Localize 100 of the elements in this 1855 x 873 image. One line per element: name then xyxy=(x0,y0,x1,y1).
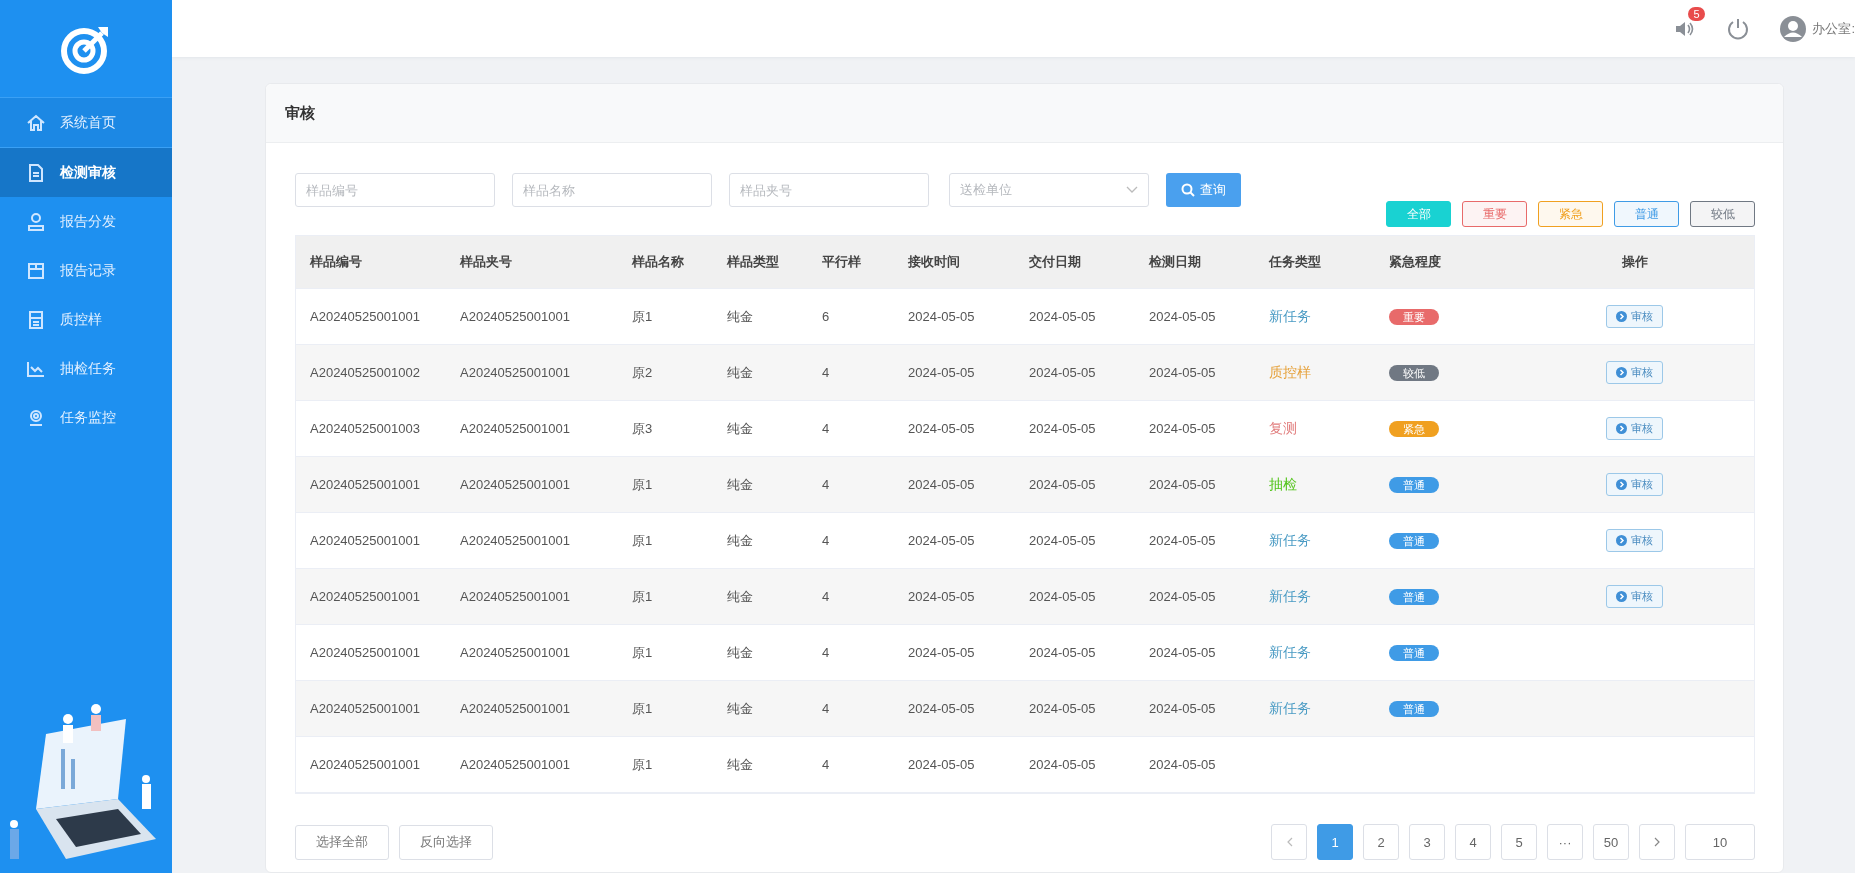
table-cell-text: 2024-05-05 xyxy=(907,589,976,604)
selection-button[interactable]: 反向选择 xyxy=(399,824,493,860)
column-header: 任务类型 xyxy=(1267,253,1322,271)
table-cell-text: 2024-05-05 xyxy=(907,645,976,660)
table-cell-text: 2024-05-05 xyxy=(1028,589,1097,604)
input-field[interactable]: 样品编号 xyxy=(295,173,495,207)
review-button[interactable]: 审核 xyxy=(1606,305,1663,328)
table-cell-text: A20240525001002 xyxy=(309,365,421,380)
page-button[interactable]: 1 xyxy=(1317,824,1353,860)
table-cell-text: 2024-05-05 xyxy=(1148,365,1217,380)
person-icon xyxy=(26,211,46,232)
chevron-circle-icon xyxy=(1616,311,1627,322)
table-cell-text: A20240525001001 xyxy=(459,533,571,548)
table-cell-text: A20240525001001 xyxy=(309,589,421,604)
table-cell-text: A20240525001001 xyxy=(309,309,421,324)
table-cell-text: 2024-05-05 xyxy=(907,757,976,772)
table-cell-text: 纯金 xyxy=(726,419,754,438)
sidebar-item[interactable]: 抽检任务 xyxy=(0,344,172,393)
chevron-down-icon xyxy=(1126,186,1138,194)
sidebar-item[interactable]: 检测审核 xyxy=(0,148,172,197)
table-cell-text: 原1 xyxy=(631,755,654,774)
table-cell-text: 2024-05-05 xyxy=(907,365,976,380)
urgency-filter-tag[interactable]: 普通 xyxy=(1614,201,1679,227)
column-header: 紧急程度 xyxy=(1388,253,1442,271)
page-button[interactable]: 3 xyxy=(1409,824,1445,860)
column-header: 操作 xyxy=(1620,253,1649,271)
urgency-filter-tag[interactable]: 全部 xyxy=(1386,201,1451,227)
notification-badge: 5 xyxy=(1688,6,1705,21)
table-cell-text: 2024-05-05 xyxy=(907,309,976,324)
table-cell-text: A20240525001001 xyxy=(309,533,421,548)
page-button[interactable]: 5 xyxy=(1501,824,1537,860)
review-button[interactable]: 审核 xyxy=(1606,529,1663,552)
table-cell-text: 纯金 xyxy=(726,307,754,326)
table-cell-text: 4 xyxy=(821,533,831,548)
selection-button[interactable]: 选择全部 xyxy=(295,824,389,860)
sidebar-item[interactable]: 报告分发 xyxy=(0,197,172,246)
review-button[interactable]: 审核 xyxy=(1606,417,1663,440)
table-cell-text: 2024-05-05 xyxy=(1028,477,1097,492)
table-cell-text: A20240525001001 xyxy=(309,757,421,772)
sidebar-item[interactable]: 质控样 xyxy=(0,295,172,344)
inspection-unit-select[interactable]: 送检单位 xyxy=(949,173,1149,207)
chevron-circle-icon xyxy=(1616,535,1627,546)
column-header: 样品夹号 xyxy=(458,253,513,271)
box-icon xyxy=(26,260,46,281)
table-cell-text: 4 xyxy=(821,757,831,772)
page-button[interactable]: 4 xyxy=(1455,824,1491,860)
page-button[interactable]: 2 xyxy=(1363,824,1399,860)
page-button[interactable]: 50 xyxy=(1593,824,1629,860)
table-cell-text: 2024-05-05 xyxy=(1028,701,1097,716)
user-name[interactable]: 办公室: xyxy=(1812,19,1855,38)
table-cell-text: 2024-05-05 xyxy=(1148,477,1217,492)
search-icon xyxy=(1181,183,1195,197)
urgency-filter-tag[interactable]: 紧急 xyxy=(1538,201,1603,227)
sidebar-item[interactable]: 报告记录 xyxy=(0,246,172,295)
table-cell-text: 原1 xyxy=(631,475,654,494)
column-header: 样品编号 xyxy=(308,253,363,271)
chevron-right-icon xyxy=(1653,837,1661,847)
task-type-label: 新任务 xyxy=(1269,699,1311,716)
table-cell-text: 4 xyxy=(821,421,831,436)
table-cell-text: A20240525001003 xyxy=(309,421,421,436)
power-icon[interactable] xyxy=(1726,16,1751,41)
column-header: 样品类型 xyxy=(725,253,780,271)
table-cell-text: A20240525001001 xyxy=(459,477,571,492)
review-button[interactable]: 审核 xyxy=(1606,361,1663,384)
review-button[interactable]: 审核 xyxy=(1606,585,1663,608)
table-cell-text: 2024-05-05 xyxy=(1148,533,1217,548)
table-cell-text: A20240525001001 xyxy=(309,701,421,716)
table-cell-text: 纯金 xyxy=(726,699,754,718)
input-field[interactable]: 样品夹号 xyxy=(729,173,929,207)
table-cell-text: 原1 xyxy=(631,531,654,550)
input-field[interactable]: 样品名称 xyxy=(512,173,712,207)
home-icon xyxy=(26,112,46,133)
sidebar-item[interactable]: 任务监控 xyxy=(0,393,172,442)
page-button[interactable]: ··· xyxy=(1547,824,1583,860)
search-button[interactable]: 查询 xyxy=(1166,173,1241,207)
review-button[interactable]: 审核 xyxy=(1606,473,1663,496)
urgency-filter-tag[interactable]: 较低 xyxy=(1690,201,1755,227)
table-cell-text: A20240525001001 xyxy=(309,477,421,492)
urgency-badge: 重要 xyxy=(1389,308,1439,325)
urgency-filter-tag[interactable]: 重要 xyxy=(1462,201,1527,227)
table-cell-text: 原1 xyxy=(631,587,654,606)
page-size-button[interactable]: 10 xyxy=(1685,824,1755,860)
chevron-circle-icon xyxy=(1616,479,1627,490)
column-header: 样品名称 xyxy=(630,253,685,271)
table-cell-text: A20240525001001 xyxy=(459,421,571,436)
chevron-left-icon xyxy=(1285,837,1293,847)
avatar-icon[interactable] xyxy=(1780,15,1807,42)
chevron-circle-icon xyxy=(1616,423,1627,434)
task-type-label: 抽检 xyxy=(1269,475,1297,492)
table-cell-text: 纯金 xyxy=(726,475,754,494)
table-cell-text: 2024-05-05 xyxy=(1028,645,1097,660)
table-cell-text: 4 xyxy=(821,701,831,716)
table-cell-text: 2024-05-05 xyxy=(1148,589,1217,604)
urgency-badge: 普通 xyxy=(1389,476,1439,493)
sidebar-item[interactable]: 系统首页 xyxy=(0,98,172,148)
table-cell-text: 2024-05-05 xyxy=(1028,309,1097,324)
table-cell-text: 纯金 xyxy=(726,643,754,662)
table-cell-text: 2024-05-05 xyxy=(907,421,976,436)
task-type-label: 新任务 xyxy=(1269,643,1311,660)
table-cell-text: 2024-05-05 xyxy=(907,701,976,716)
